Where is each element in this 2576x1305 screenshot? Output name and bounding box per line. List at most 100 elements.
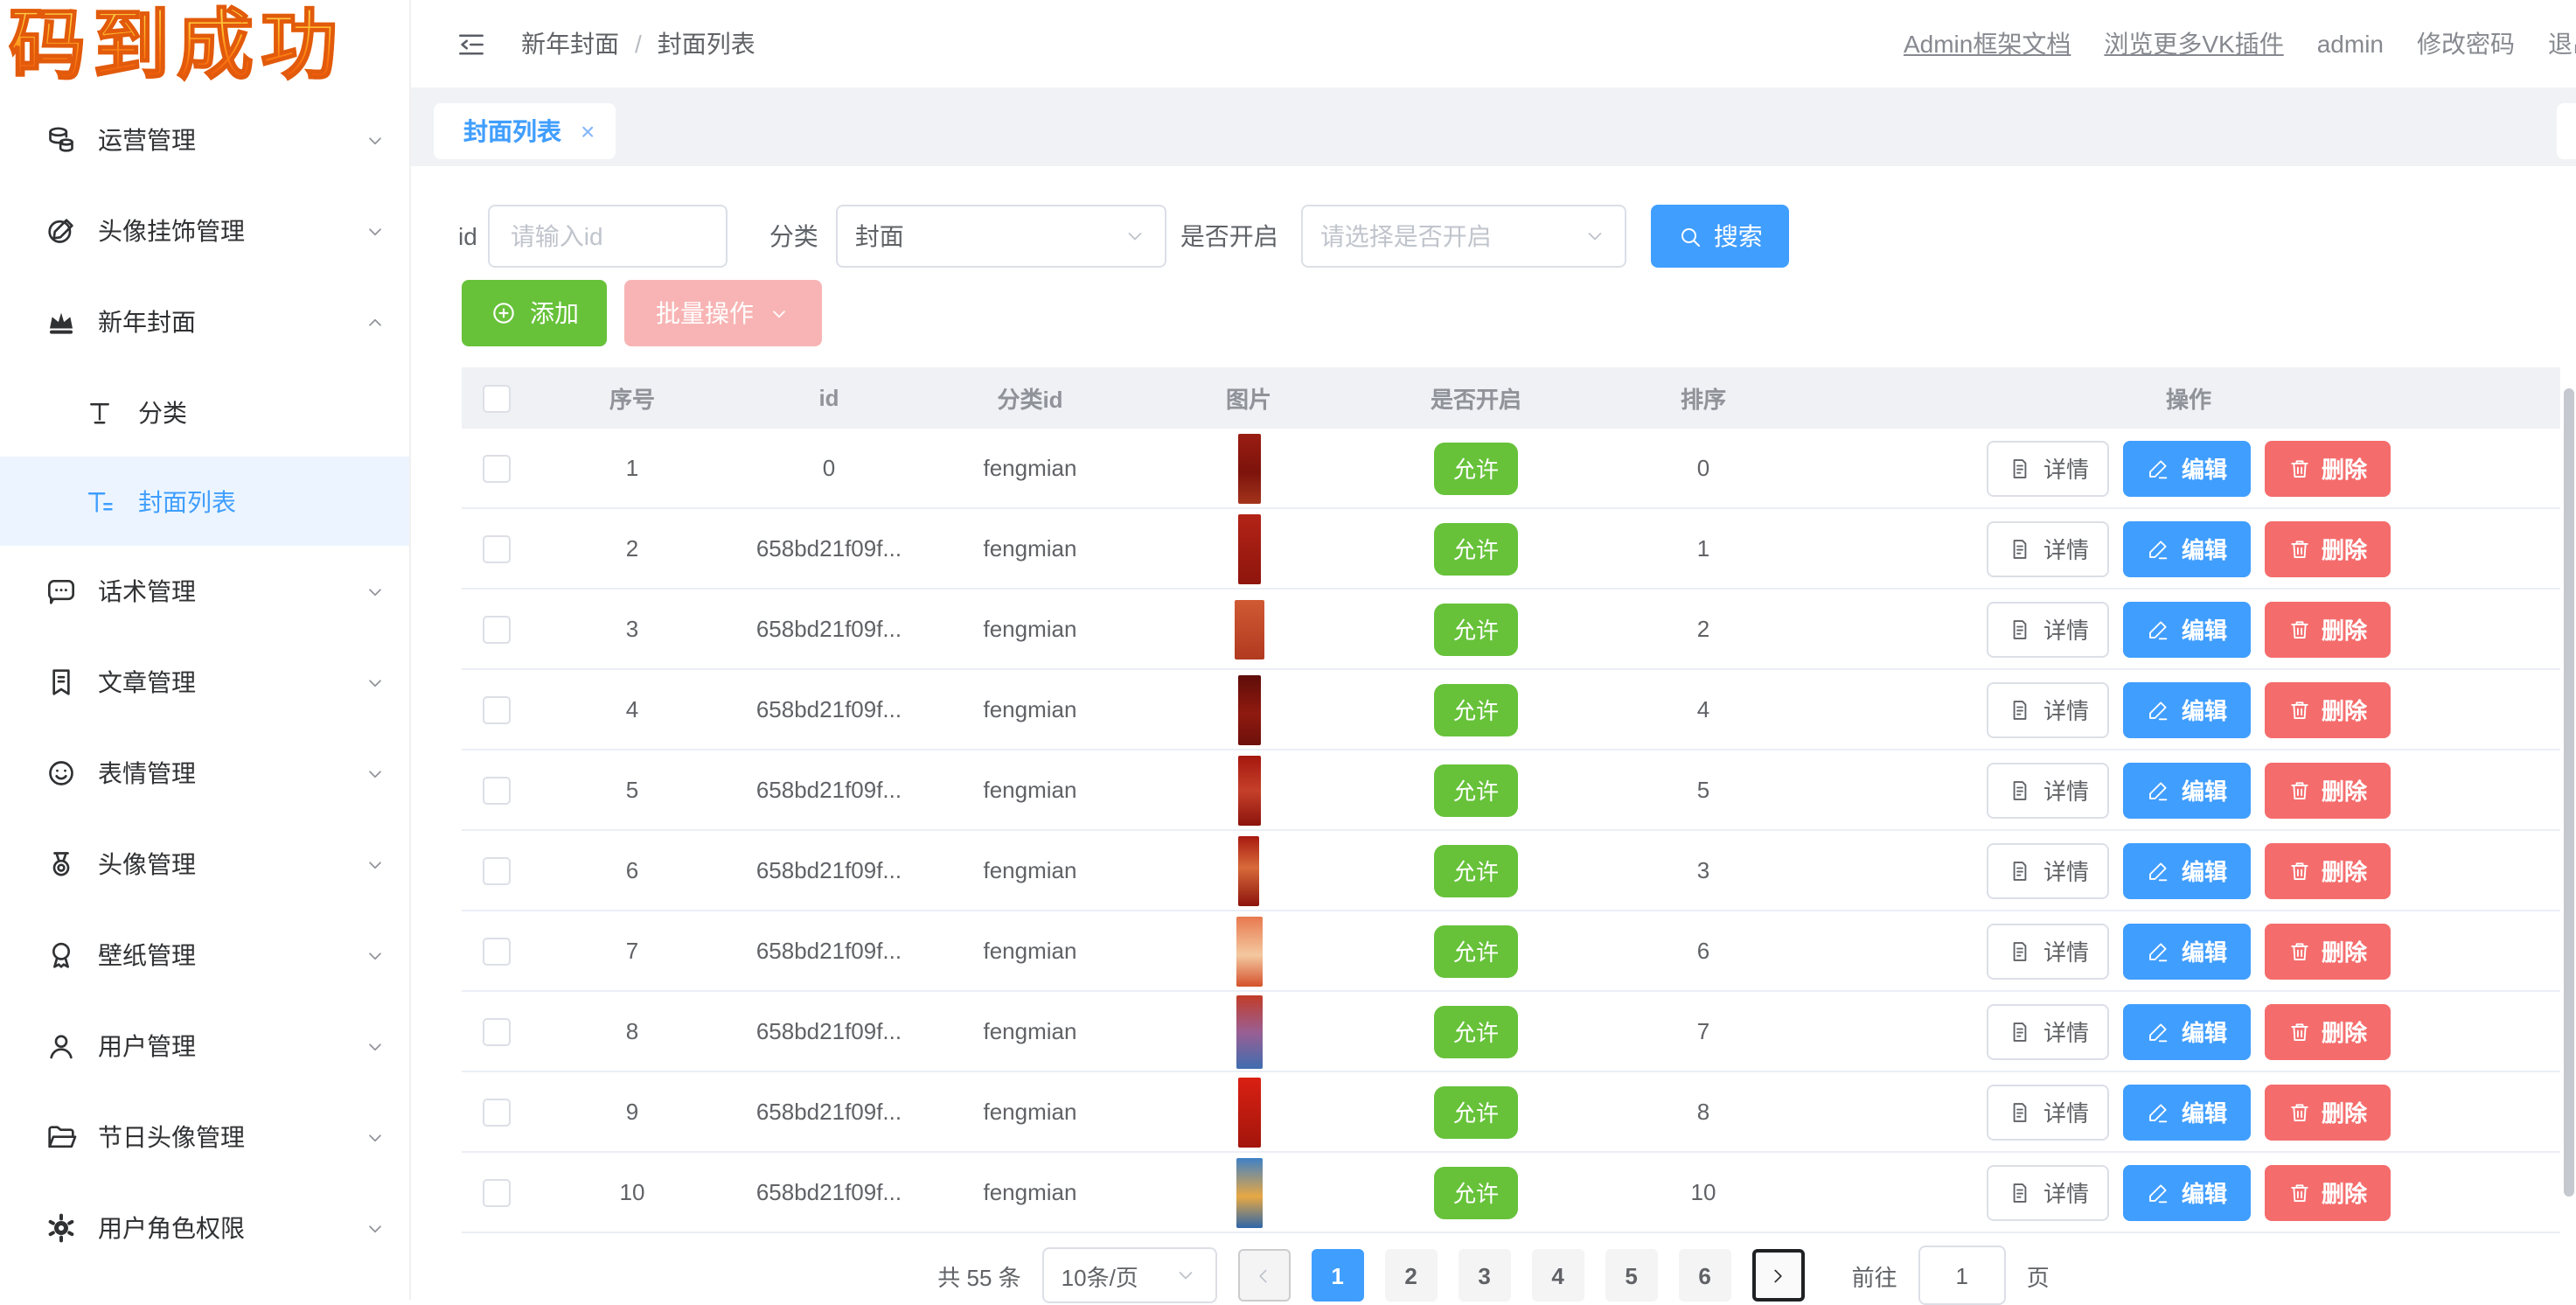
sidebar-item-8[interactable]: 用户管理	[0, 1001, 409, 1092]
delete-button[interactable]: 删除	[2264, 520, 2390, 576]
sidebar-item-2[interactable]: 新年封面	[0, 276, 409, 367]
page-button-2[interactable]: 2	[1385, 1249, 1438, 1302]
sidebar-subitem-2-1[interactable]: 封面列表	[0, 457, 409, 546]
edit-button[interactable]: 编辑	[2124, 681, 2250, 737]
edit-button[interactable]: 编辑	[2124, 520, 2250, 576]
cover-image[interactable]	[1234, 599, 1264, 659]
delete-icon	[2287, 939, 2311, 963]
sidebar-item-label: 头像挂饰管理	[98, 213, 364, 248]
row-checkbox[interactable]	[483, 856, 511, 884]
edit-button[interactable]: 编辑	[2124, 1084, 2250, 1140]
cover-image[interactable]	[1237, 674, 1260, 744]
goto-page-input[interactable]	[1918, 1246, 2006, 1305]
sidebar-item-6[interactable]: 头像管理	[0, 819, 409, 910]
close-icon[interactable]: ×	[581, 117, 595, 145]
detail-button[interactable]: 详情	[1988, 762, 2110, 818]
cover-image[interactable]	[1237, 1077, 1260, 1147]
page-button-5[interactable]: 5	[1605, 1249, 1658, 1302]
edit-button[interactable]: 编辑	[2124, 440, 2250, 496]
delete-icon	[2287, 456, 2311, 480]
gear-icon	[44, 1211, 79, 1246]
cover-image[interactable]	[1237, 433, 1260, 503]
page-button-1[interactable]: 1	[1312, 1249, 1364, 1302]
detail-button[interactable]: 详情	[1988, 1003, 2110, 1059]
edit-button[interactable]: 编辑	[2124, 842, 2250, 898]
row-checkbox[interactable]	[483, 937, 511, 965]
delete-button[interactable]: 删除	[2264, 842, 2390, 898]
delete-button[interactable]: 删除	[2264, 601, 2390, 657]
delete-button[interactable]: 删除	[2264, 1003, 2390, 1059]
detail-button[interactable]: 详情	[1988, 842, 2110, 898]
cover-image[interactable]	[1236, 994, 1262, 1068]
row-checkbox[interactable]	[483, 776, 511, 804]
delete-button[interactable]: 删除	[2264, 681, 2390, 737]
edit-button[interactable]: 编辑	[2124, 762, 2250, 818]
delete-button[interactable]: 删除	[2264, 440, 2390, 496]
chevron-down-icon	[364, 1126, 386, 1148]
cover-image[interactable]	[1237, 513, 1260, 583]
header-link-1[interactable]: 浏览更多VK插件	[2104, 26, 2283, 61]
enabled-select[interactable]: 请选择是否开启	[1301, 205, 1626, 268]
edit-button[interactable]: 编辑	[2124, 601, 2250, 657]
sidebar-item-0[interactable]: 运营管理	[0, 94, 409, 185]
sidebar-item-9[interactable]: 节日头像管理	[0, 1092, 409, 1183]
row-checkbox[interactable]	[483, 615, 511, 643]
delete-button[interactable]: 删除	[2264, 762, 2390, 818]
sidebar-item-1[interactable]: 头像挂饰管理	[0, 185, 409, 276]
cell-num: 4	[532, 696, 733, 722]
prev-page-button[interactable]	[1238, 1249, 1291, 1302]
header-link-3[interactable]: 修改密码	[2417, 26, 2515, 61]
detail-button[interactable]: 详情	[1988, 1084, 2110, 1140]
page-button-3[interactable]: 3	[1459, 1249, 1511, 1302]
sidebar-item-5[interactable]: 表情管理	[0, 728, 409, 819]
row-checkbox[interactable]	[483, 1017, 511, 1045]
delete-button[interactable]: 删除	[2264, 1164, 2390, 1220]
select-all-checkbox[interactable]	[483, 384, 511, 412]
sidebar-item-10[interactable]: 用户角色权限	[0, 1183, 409, 1274]
delete-button[interactable]: 删除	[2264, 1084, 2390, 1140]
row-checkbox[interactable]	[483, 1098, 511, 1126]
edit-button[interactable]: 编辑	[2124, 923, 2250, 979]
detail-button[interactable]: 详情	[1988, 520, 2110, 576]
detail-button[interactable]: 详情	[1988, 681, 2110, 737]
header-link-0[interactable]: Admin框架文档	[1904, 26, 2071, 61]
cell-sort: 2	[1590, 616, 1817, 642]
search-button[interactable]: 搜索	[1651, 205, 1789, 268]
breadcrumb-item[interactable]: 新年封面	[521, 26, 619, 61]
category-select[interactable]: 封面	[836, 205, 1166, 268]
vertical-scrollbar[interactable]	[2564, 388, 2574, 1197]
page-button-4[interactable]: 4	[1532, 1249, 1584, 1302]
collapse-sidebar-icon[interactable]	[455, 27, 488, 60]
row-checkbox[interactable]	[483, 1178, 511, 1206]
detail-button[interactable]: 详情	[1988, 923, 2110, 979]
delete-button[interactable]: 删除	[2264, 923, 2390, 979]
delete-icon	[2287, 1019, 2311, 1043]
row-checkbox[interactable]	[483, 695, 511, 723]
row-checkbox[interactable]	[483, 454, 511, 482]
cover-image[interactable]	[1238, 835, 1259, 905]
sidebar-item-7[interactable]: 壁纸管理	[0, 910, 409, 1001]
edit-button[interactable]: 编辑	[2124, 1003, 2250, 1059]
sidebar-item-3[interactable]: 话术管理	[0, 546, 409, 637]
edit-button[interactable]: 编辑	[2124, 1164, 2250, 1220]
page-size-select[interactable]: 10条/页	[1042, 1247, 1217, 1303]
batch-actions-button[interactable]: 批量操作	[624, 280, 822, 346]
add-button[interactable]: 添加	[462, 280, 607, 346]
header-link-4[interactable]: 退出	[2548, 26, 2576, 61]
cover-image[interactable]	[1236, 1157, 1262, 1227]
cover-image[interactable]	[1236, 916, 1262, 986]
detail-button[interactable]: 详情	[1988, 440, 2110, 496]
row-checkbox[interactable]	[483, 534, 511, 562]
sidebar-subitem-2-0[interactable]: 分类	[0, 367, 409, 457]
tab-bar: 封面列表 ×	[411, 87, 2576, 166]
id-filter-input[interactable]	[488, 205, 728, 268]
detail-button[interactable]: 详情	[1988, 1164, 2110, 1220]
next-page-button[interactable]	[1752, 1249, 1805, 1302]
detail-button[interactable]: 详情	[1988, 601, 2110, 657]
tab-cover-list[interactable]: 封面列表 ×	[434, 103, 616, 159]
header-link-2[interactable]: admin	[2317, 30, 2384, 58]
list-icon	[84, 485, 115, 517]
sidebar-item-4[interactable]: 文章管理	[0, 637, 409, 728]
page-button-6[interactable]: 6	[1679, 1249, 1731, 1302]
cover-image[interactable]	[1237, 755, 1260, 825]
